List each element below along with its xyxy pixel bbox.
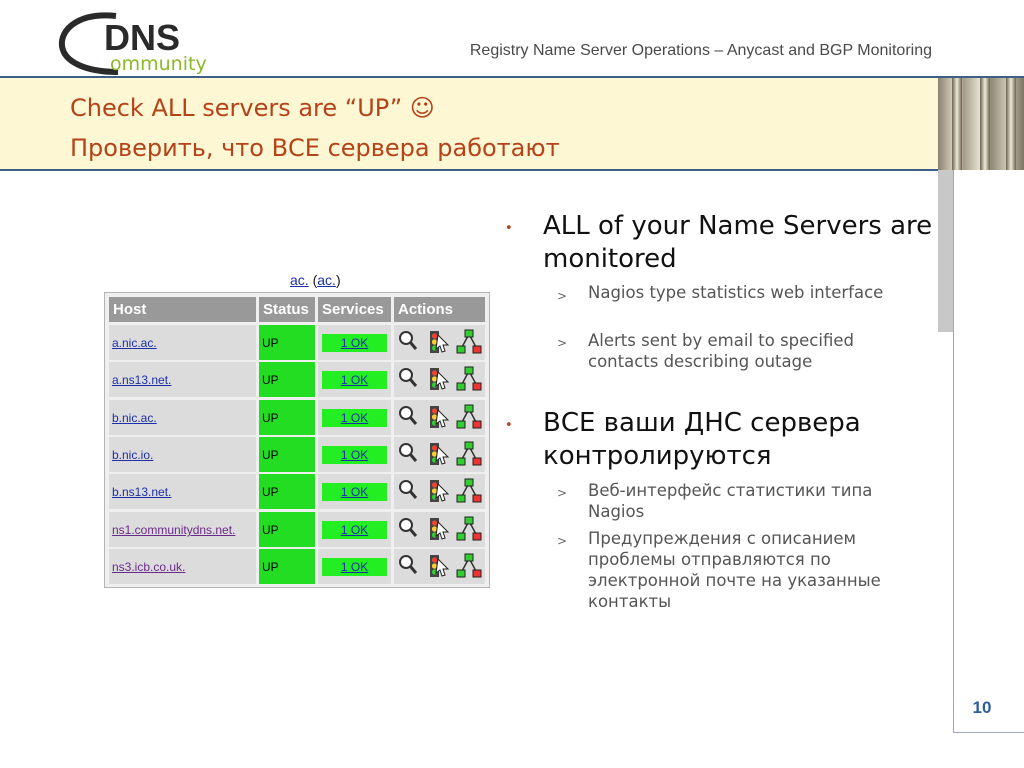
magnifier-icon[interactable]: [398, 478, 418, 502]
logo-community-text: ommunity: [110, 53, 207, 75]
network-map-icon[interactable]: [456, 329, 482, 355]
network-map-icon[interactable]: [456, 516, 482, 542]
actions-cell: [394, 362, 485, 397]
services-ok-link[interactable]: 1 OK: [322, 483, 387, 501]
magnifier-icon[interactable]: [398, 441, 418, 465]
services-cell: 1 OK: [318, 437, 391, 472]
status-cell: UP: [259, 474, 315, 509]
pillar-column: [952, 78, 962, 170]
services-cell: 1 OK: [318, 549, 391, 584]
pillar-column: [1006, 78, 1016, 170]
page-number: 10: [972, 698, 992, 717]
magnifier-icon[interactable]: [398, 366, 418, 390]
network-map-icon[interactable]: [456, 366, 482, 392]
host-link[interactable]: ns3.icb.co.uk.: [109, 549, 256, 584]
services-cell: 1 OK: [318, 325, 391, 360]
logo-graphic: DNS ommunity: [58, 12, 207, 75]
title-divider: [0, 169, 940, 171]
host-link[interactable]: a.nic.ac.: [109, 325, 256, 360]
services-ok-link[interactable]: 1 OK: [322, 446, 387, 464]
magnifier-icon[interactable]: [398, 553, 418, 577]
bullet-1-sub-2: Alerts sent by email to specified contac…: [588, 331, 854, 371]
services-ok-link[interactable]: 1 OK: [322, 409, 387, 427]
magnifier-icon[interactable]: [398, 329, 418, 353]
right-gray-bar: [938, 170, 954, 332]
network-map-icon[interactable]: [456, 478, 482, 504]
actions-cell: [394, 512, 485, 547]
traffic-light-icon[interactable]: [426, 404, 450, 430]
header-title: Registry Name Server Operations – Anycas…: [469, 42, 932, 59]
traffic-light-icon[interactable]: [426, 478, 450, 504]
magnifier-icon[interactable]: [398, 404, 418, 428]
pillar-column: [980, 78, 990, 170]
bullet-1-text: ALL of your Name Servers are monitored: [543, 211, 933, 274]
magnifier-icon[interactable]: [398, 516, 418, 540]
host-link[interactable]: b.nic.io.: [109, 437, 256, 472]
sub-arrow: >: [557, 534, 568, 548]
status-cell: UP: [259, 362, 315, 397]
services-ok-link[interactable]: 1 OK: [322, 558, 387, 576]
bottom-horizontal-line: [953, 732, 1024, 733]
network-map-icon[interactable]: [456, 441, 482, 467]
host-link[interactable]: a.ns13.net.: [109, 362, 256, 397]
actions-cell: [394, 549, 485, 584]
bullet-dot: •: [505, 221, 513, 236]
actions-cell: [394, 474, 485, 509]
sub-arrow: >: [557, 486, 568, 500]
bullet-1-sub-1: Nagios type statistics web interface: [588, 283, 884, 302]
services-ok-link[interactable]: 1 OK: [322, 521, 387, 539]
slide-title-russian: Проверить, что ВСЕ сервера работают: [70, 134, 560, 162]
nagios-heading: ac. (ac.): [290, 272, 341, 288]
column-header-actions: Actions: [394, 297, 485, 322]
traffic-light-icon[interactable]: [426, 516, 450, 542]
dns-community-logo: DNS ommunity: [58, 8, 233, 76]
services-cell: 1 OK: [318, 362, 391, 397]
services-cell: 1 OK: [318, 400, 391, 435]
nagios-heading-link[interactable]: ac.: [290, 272, 309, 288]
sub-arrow: >: [557, 336, 568, 350]
network-map-icon[interactable]: [456, 404, 482, 430]
actions-cell: [394, 325, 485, 360]
status-cell: UP: [259, 437, 315, 472]
traffic-light-icon[interactable]: [426, 329, 450, 355]
host-link[interactable]: ns1.communitydns.net.: [109, 512, 256, 547]
actions-cell: [394, 437, 485, 472]
status-cell: UP: [259, 512, 315, 547]
host-link[interactable]: b.ns13.net.: [109, 474, 256, 509]
bullet-dot: •: [505, 418, 513, 433]
status-cell: UP: [259, 549, 315, 584]
services-cell: 1 OK: [318, 512, 391, 547]
sub-arrow: >: [557, 289, 568, 303]
column-header-host: Host: [109, 297, 256, 322]
services-cell: 1 OK: [318, 474, 391, 509]
column-header-status: Status: [259, 297, 315, 322]
slide-title-english: Check ALL servers are “UP” ☺: [70, 94, 435, 122]
network-map-icon[interactable]: [456, 553, 482, 579]
column-header-services: Services: [318, 297, 391, 322]
nagios-heading-paren-close: ): [335, 272, 341, 288]
bullet-2-sub-2: Предупреждения с описанием проблемы отпр…: [588, 529, 881, 611]
services-ok-link[interactable]: 1 OK: [322, 334, 387, 352]
traffic-light-icon[interactable]: [426, 441, 450, 467]
traffic-light-icon[interactable]: [426, 366, 450, 392]
status-cell: UP: [259, 400, 315, 435]
nagios-heading-link-2[interactable]: ac.: [317, 272, 336, 288]
bullet-2-text: ВСЕ ваши ДНС сервера контролируются: [543, 408, 861, 471]
services-ok-link[interactable]: 1 OK: [322, 371, 387, 389]
bullet-2-sub-1: Веб-интерфейс статистики типа Nagios: [588, 481, 873, 521]
status-cell: UP: [259, 325, 315, 360]
actions-cell: [394, 400, 485, 435]
host-link[interactable]: b.nic.ac.: [109, 400, 256, 435]
logo-dns-text: DNS: [104, 17, 180, 58]
traffic-light-icon[interactable]: [426, 553, 450, 579]
